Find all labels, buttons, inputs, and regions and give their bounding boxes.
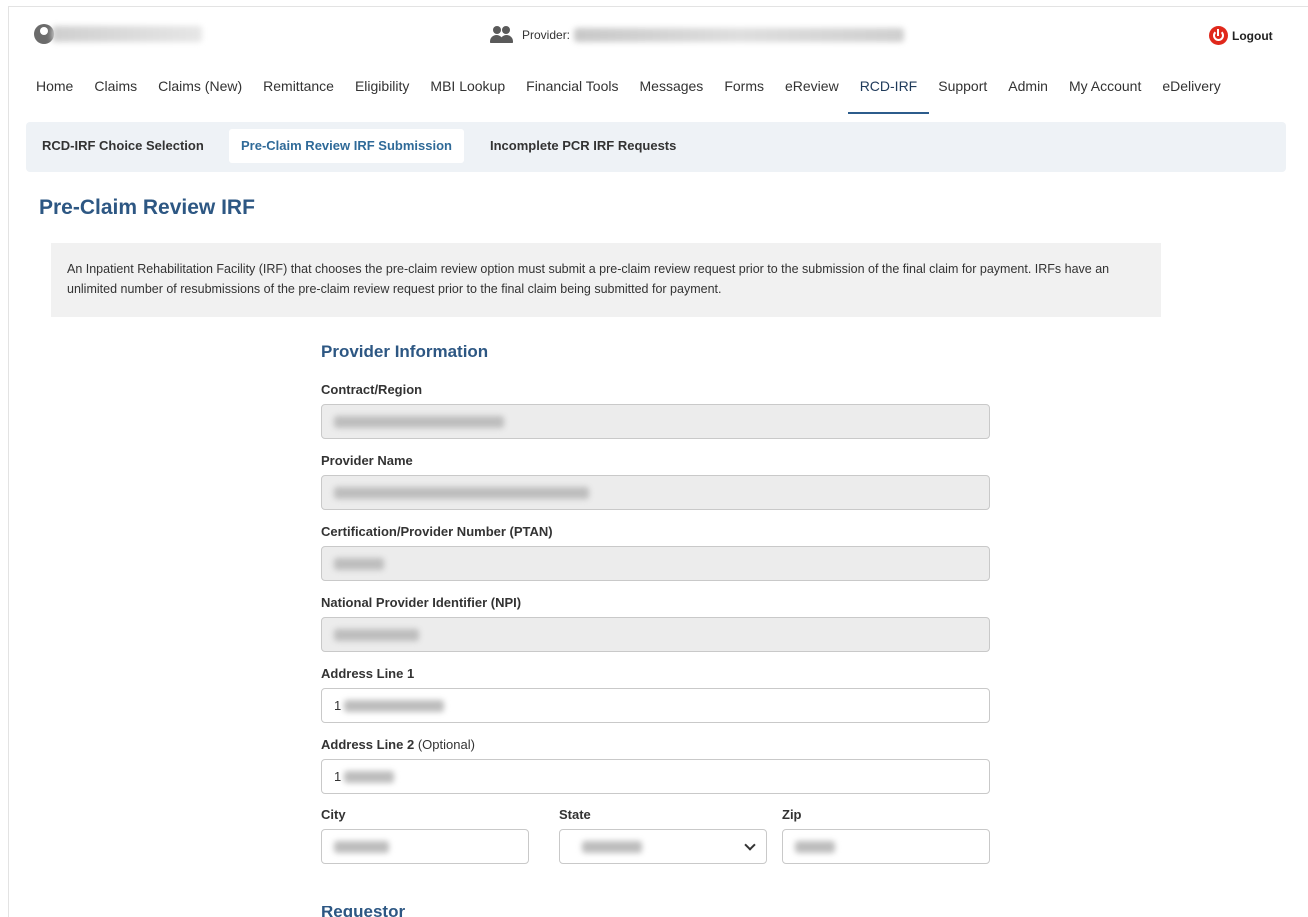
nav-item-eligibility[interactable]: Eligibility <box>355 72 409 114</box>
address-line-2-optional: (Optional) <box>417 737 475 752</box>
npi-value-redacted <box>334 629 419 641</box>
address-line-1-value: 1 <box>334 698 342 713</box>
state-select[interactable] <box>559 829 767 864</box>
nav-item-support[interactable]: Support <box>938 72 987 114</box>
provider-value-redacted <box>574 28 905 42</box>
ptan-label: Certification/Provider Number (PTAN) <box>321 524 553 539</box>
zip-input[interactable] <box>782 829 990 864</box>
nav-item-forms[interactable]: Forms <box>724 72 764 114</box>
zip-value-redacted <box>795 841 835 853</box>
city-input[interactable] <box>321 829 529 864</box>
logout-label: Logout <box>1232 28 1273 43</box>
address-line-1-value-redacted <box>344 700 444 712</box>
ptan-value-redacted <box>334 558 384 570</box>
address-line-1-input[interactable]: 1 <box>321 688 990 723</box>
user-name-redacted <box>52 26 202 42</box>
next-section-title-clipped: Requestor Information <box>321 906 501 917</box>
provider-name-field <box>321 475 990 510</box>
provider-name-value-redacted <box>334 487 589 499</box>
nav-item-claims-new[interactable]: Claims (New) <box>158 72 242 114</box>
nav-item-mbi-lookup[interactable]: MBI Lookup <box>430 72 505 114</box>
power-icon <box>1209 26 1228 45</box>
user-avatar-icon <box>34 24 54 44</box>
address-line-1-label: Address Line 1 <box>321 666 415 681</box>
tab-rcd-irf-choice-selection[interactable]: RCD-IRF Choice Selection <box>30 129 216 163</box>
sub-nav: RCD-IRF Choice Selection Pre-Claim Revie… <box>26 122 1286 172</box>
provider-name-label: Provider Name <box>321 453 413 468</box>
nav-item-ereview[interactable]: eReview <box>785 72 839 114</box>
city-label: City <box>321 807 346 822</box>
address-line-2-value: 1 <box>334 769 342 784</box>
nav-item-rcd-irf[interactable]: RCD-IRF <box>847 72 929 114</box>
nav-item-admin[interactable]: Admin <box>1008 72 1048 114</box>
page-title: Pre-Claim Review IRF <box>39 196 255 219</box>
tab-incomplete-pcr-irf-requests[interactable]: Incomplete PCR IRF Requests <box>478 129 688 163</box>
nav-item-remittance[interactable]: Remittance <box>263 72 334 114</box>
nav-item-my-account[interactable]: My Account <box>1069 72 1141 114</box>
contract-region-field <box>321 404 990 439</box>
provider-label: Provider: <box>522 28 571 42</box>
npi-field <box>321 617 990 652</box>
users-icon <box>488 25 516 45</box>
state-value-redacted <box>582 841 642 853</box>
tab-pre-claim-review-irf-submission[interactable]: Pre-Claim Review IRF Submission <box>229 129 464 163</box>
logout-button[interactable]: Logout <box>1209 26 1273 45</box>
address-line-2-value-redacted <box>344 771 394 783</box>
ptan-field <box>321 546 990 581</box>
address-line-2-input[interactable]: 1 <box>321 759 990 794</box>
provider-selector[interactable]: Provider: <box>488 24 905 46</box>
nav-item-edelivery[interactable]: eDelivery <box>1162 72 1220 114</box>
top-bar: Provider: Logout <box>0 0 1308 64</box>
address-line-2-label-text: Address Line 2 <box>321 737 415 752</box>
chevron-down-icon <box>744 839 756 851</box>
section-title-provider-information: Provider Information <box>321 342 489 361</box>
nav-item-claims[interactable]: Claims <box>94 72 137 114</box>
city-value-redacted <box>334 841 389 853</box>
section-title-requestor-information: Requestor Information <box>321 906 406 917</box>
contract-region-value-redacted <box>334 416 504 428</box>
state-label: State <box>559 807 591 822</box>
zip-label: Zip <box>782 807 802 822</box>
nav-item-home[interactable]: Home <box>36 72 73 114</box>
nav-item-financial-tools[interactable]: Financial Tools <box>526 72 618 114</box>
npi-label: National Provider Identifier (NPI) <box>321 595 522 610</box>
nav-item-messages[interactable]: Messages <box>640 72 704 114</box>
main-nav: Home Claims Claims (New) Remittance Elig… <box>36 72 1242 116</box>
info-box: An Inpatient Rehabilitation Facility (IR… <box>51 243 1161 317</box>
address-line-2-label: Address Line 2 (Optional) <box>321 737 475 752</box>
contract-region-label: Contract/Region <box>321 382 423 397</box>
